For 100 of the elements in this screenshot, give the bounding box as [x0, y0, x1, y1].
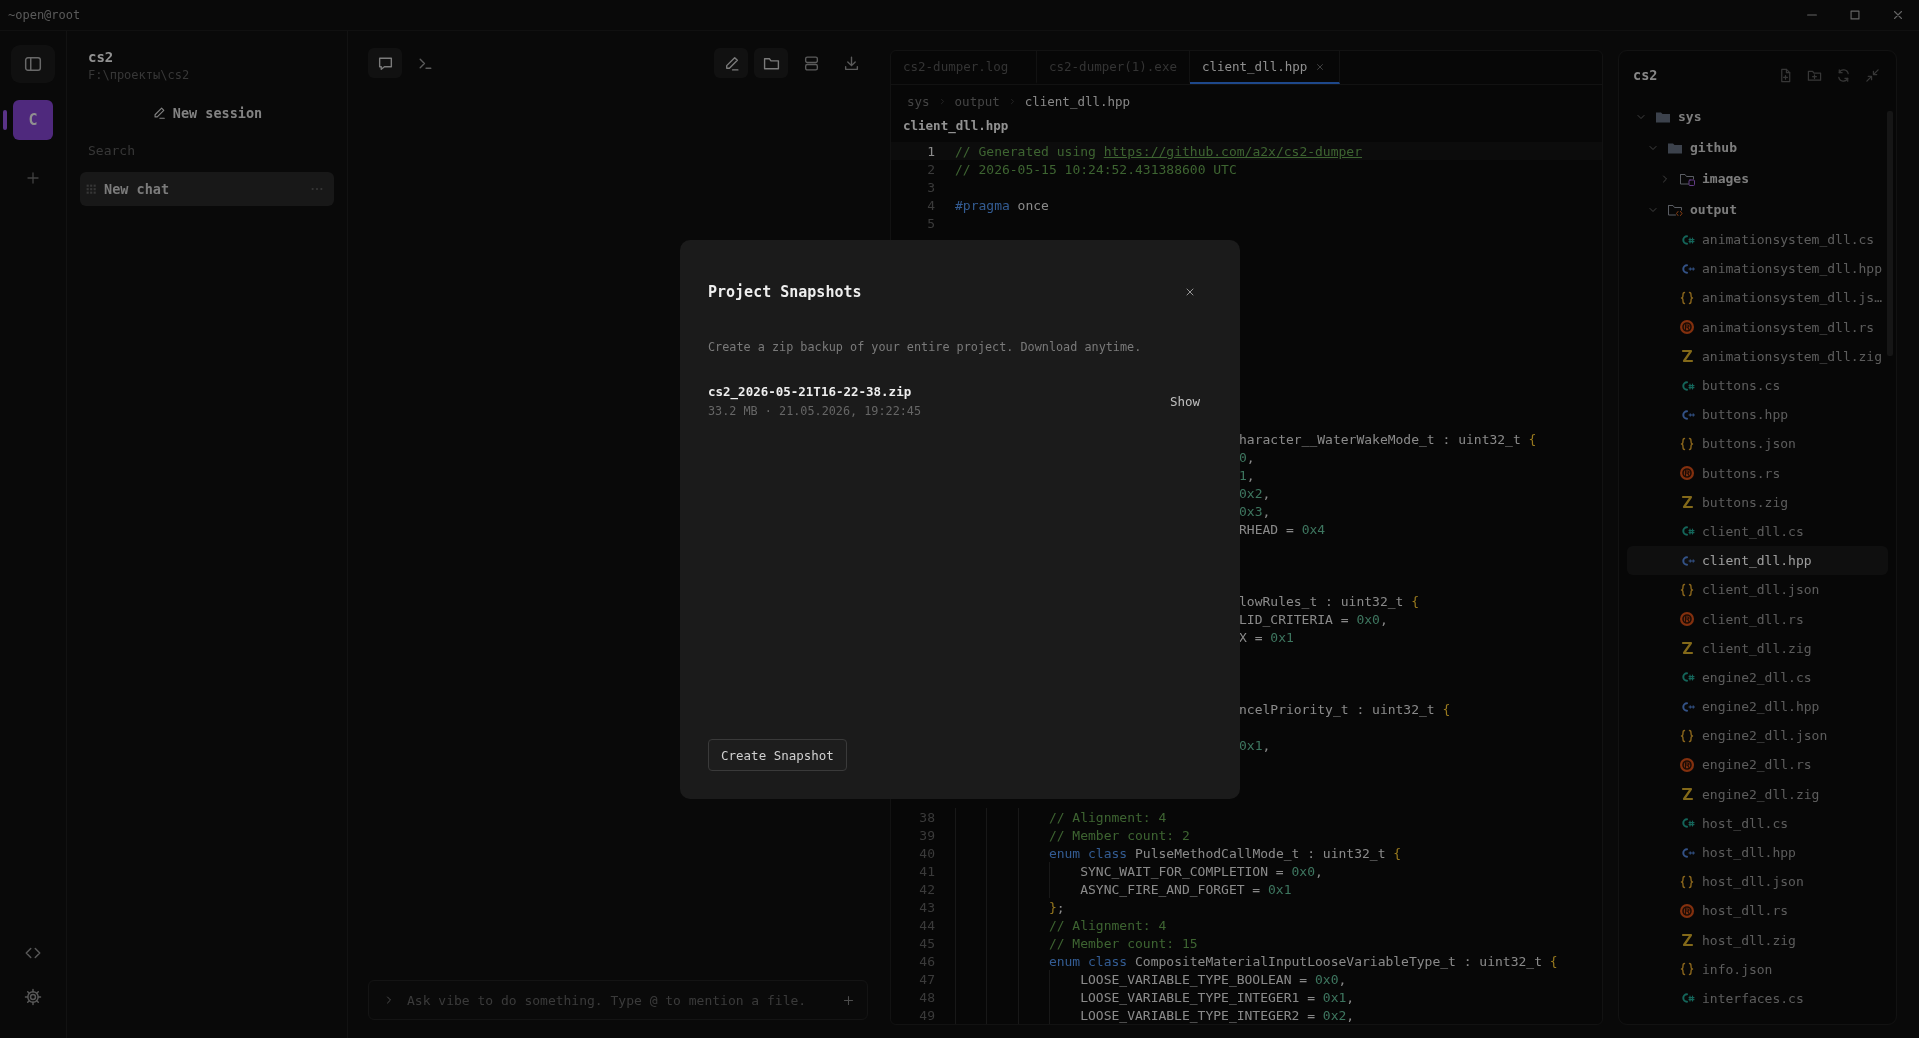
code-line: // 2026-05-15 10:24:52.431388600 UTC	[955, 161, 1237, 177]
code-line: };	[1048, 899, 1065, 915]
project-avatar[interactable]: C	[13, 100, 53, 140]
line-number: 1	[926, 143, 935, 159]
code-fragment: 0x2,	[1239, 485, 1271, 501]
tree-file[interactable]: animationsystem_dll.zig	[1627, 341, 1888, 371]
code-line: ASYNC_FIRE_AND_FORGET = 0x1	[1080, 881, 1292, 897]
code-line: // Generated using https://github.com/a2x/cs2-dumper	[955, 143, 1362, 159]
project-name: cs2	[87, 49, 115, 65]
session-title: New chat	[104, 181, 170, 197]
tree-folder[interactable]: images	[1627, 163, 1888, 194]
code-fragment: 1,	[1239, 467, 1255, 483]
square-icon[interactable]	[1847, 8, 1862, 22]
snapshot-name: cs2_2026-05-21T16-22-38.zip	[708, 384, 913, 399]
code-line: SYNC_WAIT_FOR_COMPLETION = 0x0,	[1080, 863, 1323, 879]
settings-icon[interactable]	[24, 988, 42, 1006]
braces-icon	[1679, 873, 1695, 890]
code-fragment: RHEAD = 0x4	[1239, 521, 1326, 537]
file-title: client_dll.hpp	[902, 117, 1010, 136]
code-line: #pragma once	[955, 197, 1049, 213]
refresh-icon[interactable]	[1836, 67, 1851, 83]
tree-file[interactable]: buttons.json	[1627, 429, 1888, 459]
rows-icon[interactable]	[802, 54, 820, 72]
tree-file[interactable]: engine2_dll.cs	[1627, 662, 1888, 692]
pencil-icon	[151, 106, 166, 120]
tree-file[interactable]: info.json	[1627, 954, 1888, 984]
code-line: // Member count: 2	[1048, 827, 1190, 843]
show-button[interactable]: Show	[1167, 389, 1202, 413]
tree-file[interactable]: buttons.hpp	[1627, 400, 1888, 430]
code-fragment: LID_CRITERIA = 0x0,	[1239, 611, 1388, 627]
add-project-icon[interactable]	[25, 170, 41, 186]
tree-file[interactable]: buttons.rs	[1627, 458, 1888, 488]
code-fragment: ncelPriority_t : uint32_t {	[1239, 701, 1451, 717]
tree-file[interactable]: interfaces.cs	[1627, 983, 1888, 1014]
code-line: enum class CompositeMaterialInputLooseVariableType_t : uint32_t {	[1048, 953, 1558, 969]
add-icon[interactable]	[842, 993, 855, 1007]
code-line: // Member count: 15	[1048, 935, 1198, 951]
tree-file[interactable]: animationsystem_dll.cs	[1627, 225, 1888, 255]
tree-file[interactable]: client_dll.json	[1627, 575, 1888, 605]
tree-file[interactable]: engine2_dll.json	[1627, 721, 1888, 751]
new-session-button[interactable]: New session	[147, 100, 267, 126]
folder-button[interactable]	[754, 48, 788, 78]
code-line: enum class PulseMethodCallMode_t : uint32_t {	[1048, 845, 1402, 861]
tree-file[interactable]: host_dll.cs	[1627, 808, 1888, 838]
create-snapshot-button[interactable]: Create Snapshot	[708, 739, 847, 771]
sidebar-toggle-button[interactable]	[11, 45, 55, 83]
tree-file[interactable]: buttons.cs	[1627, 370, 1888, 401]
breadcrumb-item[interactable]: client_dll.hpp	[1024, 94, 1131, 110]
tree-file[interactable]: client_dll.cs	[1627, 516, 1888, 547]
braces-icon	[1679, 435, 1695, 452]
tree-folder[interactable]: output	[1627, 194, 1888, 225]
chat-bubble-icon[interactable]	[376, 54, 394, 72]
braces-icon	[1679, 727, 1695, 744]
download-icon[interactable]	[842, 54, 860, 72]
session-item[interactable]: New chat	[80, 172, 334, 206]
code-fragment: 0,	[1239, 449, 1255, 465]
tree-file[interactable]: animationsystem_dll.js…	[1627, 283, 1888, 313]
tree-file[interactable]: engine2_dll.hpp	[1627, 692, 1888, 722]
sidebar-icon[interactable]	[24, 55, 42, 73]
tree-file[interactable]: host_dll.rs	[1627, 896, 1888, 926]
tree-file[interactable]: buttons.zig	[1627, 487, 1888, 517]
new-file-icon[interactable]	[1778, 67, 1793, 83]
breadcrumb-item[interactable]: sys	[907, 94, 930, 110]
code-line: // Alignment: 4	[1048, 917, 1167, 933]
tree-file[interactable]: client_dll.hpp	[1627, 546, 1888, 576]
snapshot-meta: 33.2 MB · 21.05.2026, 19:22:45	[708, 404, 922, 418]
code-line: LOOSE_VARIABLE_TYPE_BOOLEAN = 0x0,	[1080, 971, 1347, 987]
braces-icon	[1679, 581, 1695, 598]
close-tab-icon[interactable]	[1315, 61, 1326, 72]
code-line: LOOSE_VARIABLE_TYPE_INTEGER1 = 0x1,	[1080, 989, 1355, 1005]
code-line: // Alignment: 4	[1048, 809, 1167, 825]
tree-file[interactable]: host_dll.hpp	[1627, 837, 1888, 868]
tree-file[interactable]: client_dll.zig	[1627, 633, 1888, 663]
tree-file[interactable]: host_dll.zig	[1627, 925, 1888, 955]
dialog-title: Project Snapshots	[708, 283, 862, 301]
braces-icon	[1679, 289, 1695, 306]
edit-button[interactable]	[714, 48, 748, 78]
drag-handle-icon[interactable]	[84, 182, 98, 196]
link[interactable]: https://github.com/a2x/cs2-dumper	[1103, 143, 1362, 159]
collapse-icon[interactable]	[1865, 67, 1880, 83]
tree-file[interactable]: animationsystem_dll.rs	[1627, 312, 1888, 342]
tree-file[interactable]: engine2_dll.zig	[1627, 779, 1888, 809]
code-fragment: haracter__WaterWakeMode_t : uint32_t {	[1239, 431, 1537, 447]
dialog-description: Create a zip backup of your entire project. Download anytime.	[708, 340, 1143, 354]
tree-file[interactable]: animationsystem_dll.hpp	[1627, 254, 1888, 284]
tree-file[interactable]: client_dll.rs	[1627, 604, 1888, 634]
tree-file[interactable]: engine2_dll.rs	[1627, 750, 1888, 780]
code-fragment: 0x3,	[1239, 503, 1271, 519]
active-indicator	[2, 110, 7, 130]
tree-folder[interactable]: github	[1627, 132, 1888, 163]
chat-button[interactable]	[368, 48, 402, 78]
code-fragment: lowRules_t : uint32_t {	[1239, 593, 1419, 609]
editor-tab[interactable]: client_dll.hpp	[1189, 51, 1340, 84]
tree-folder[interactable]: sys	[1627, 101, 1888, 132]
code-fragment: X = 0x1	[1239, 629, 1294, 645]
tree-file[interactable]: host_dll.json	[1627, 867, 1888, 897]
breadcrumb-item[interactable]: output	[954, 94, 1000, 110]
close-icon[interactable]	[1184, 286, 1196, 298]
panel-title: cs2	[1633, 67, 1658, 83]
tab-label: client_dll.hpp	[1201, 59, 1308, 74]
